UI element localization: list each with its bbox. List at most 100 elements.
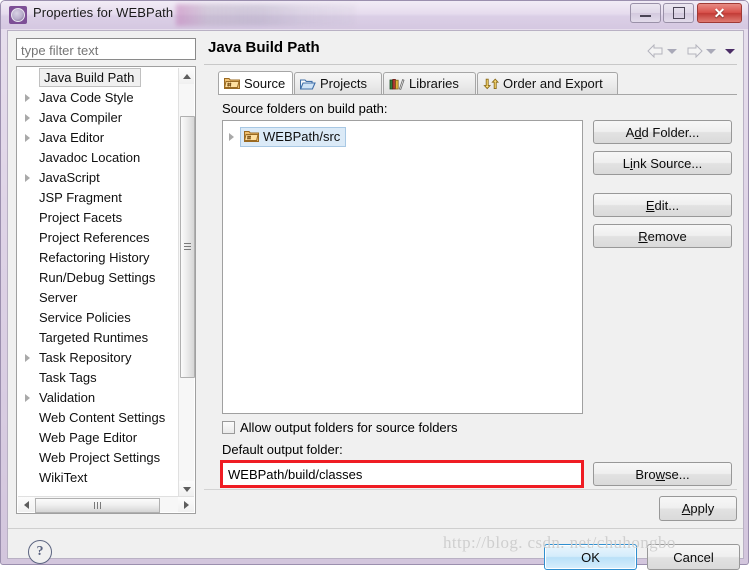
- sidebar-item-label: Java Build Path: [44, 70, 135, 85]
- title-bar[interactable]: Properties for WEBPath ✕: [1, 1, 748, 29]
- sidebar-item-label: Project Facets: [39, 210, 123, 225]
- sidebar-item-label: Service Policies: [39, 310, 131, 325]
- sidebar-item-service-policies[interactable]: Service Policies: [17, 308, 180, 328]
- back-history-chevron-down-icon[interactable]: [667, 48, 677, 54]
- tree-vertical-scrollbar[interactable]: [178, 68, 195, 497]
- sidebar-item-project-references[interactable]: Project References: [17, 228, 180, 248]
- sidebar-item-web-project-settings[interactable]: Web Project Settings: [17, 448, 180, 468]
- tab-bar: Source Projects Libraries Order and Export: [218, 71, 737, 94]
- sidebar-item-label: Javadoc Location: [39, 150, 141, 165]
- properties-dialog-window: Properties for WEBPath ✕ Java Build Path…: [0, 0, 749, 570]
- sidebar-item-label: Refactoring History: [39, 250, 150, 265]
- sidebar-item-javadoc-location[interactable]: Javadoc Location: [17, 148, 180, 168]
- tab-label: Libraries: [409, 76, 459, 91]
- tree-horizontal-scrollbar[interactable]: [18, 496, 194, 513]
- sidebar-item-label: Task Repository: [39, 350, 132, 365]
- sidebar-item-label: Project References: [39, 230, 150, 245]
- default-output-folder-highlight: [220, 460, 584, 488]
- sidebar-item-label: WikiText: [39, 470, 88, 483]
- page-menu-chevron-down-icon[interactable]: [725, 48, 735, 54]
- tab-label: Order and Export: [503, 76, 603, 91]
- maximize-icon: [672, 7, 685, 19]
- list-item[interactable]: WEBPath/src: [229, 126, 347, 147]
- source-folders-list[interactable]: WEBPath/src: [222, 120, 583, 414]
- sidebar-item-project-facets[interactable]: Project Facets: [17, 208, 180, 228]
- sidebar-item-java-code-style[interactable]: Java Code Style: [17, 88, 180, 108]
- sidebar-item-targeted-runtimes[interactable]: Targeted Runtimes: [17, 328, 180, 348]
- browse-button[interactable]: Browse...: [593, 462, 732, 486]
- sidebar-item-label: Web Project Settings: [39, 450, 161, 465]
- title-separator: [204, 64, 737, 65]
- sidebar-item-java-editor[interactable]: Java Editor: [17, 128, 180, 148]
- close-button[interactable]: ✕: [697, 3, 742, 23]
- expand-arrow-icon[interactable]: [25, 134, 30, 142]
- page-navigation-group: [647, 44, 735, 58]
- filter-input[interactable]: [16, 38, 196, 60]
- sidebar-item-label: Validation: [39, 390, 96, 405]
- allow-output-folders-row[interactable]: Allow output folders for source folders: [222, 420, 458, 435]
- tab-libraries[interactable]: Libraries: [383, 72, 476, 94]
- scroll-left-button[interactable]: [18, 497, 34, 512]
- cancel-button[interactable]: Cancel: [647, 544, 740, 570]
- scroll-up-button[interactable]: [179, 68, 194, 84]
- sidebar-item-label: Java Code Style: [39, 90, 134, 105]
- edit-button[interactable]: Edit...: [593, 193, 732, 217]
- page-content-pane: Java Build Path Source Projects Librarie…: [204, 38, 737, 518]
- forward-history-chevron-down-icon[interactable]: [706, 48, 716, 54]
- allow-output-folders-label: Allow output folders for source folders: [240, 420, 458, 435]
- expand-arrow-icon[interactable]: [25, 354, 30, 362]
- question-mark-icon[interactable]: ?: [28, 540, 52, 564]
- libraries-books-icon: [389, 77, 409, 91]
- sidebar-item-server[interactable]: Server: [17, 288, 180, 308]
- minimize-icon: [640, 15, 651, 17]
- settings-tree[interactable]: Java Build Path Java Code Style Java Compi…: [16, 66, 196, 514]
- apply-separator: [204, 489, 737, 490]
- expand-arrow-icon[interactable]: [25, 394, 30, 402]
- sidebar-item-label: Server: [39, 290, 78, 305]
- sidebar-item-label: Web Page Editor: [39, 430, 138, 445]
- sidebar-item-label: Java Editor: [39, 130, 105, 145]
- triangle-left-icon: [23, 500, 29, 509]
- sidebar-item-web-content-settings[interactable]: Web Content Settings: [17, 408, 180, 428]
- tab-source[interactable]: Source: [218, 71, 293, 94]
- scroll-right-button[interactable]: [178, 497, 194, 512]
- sidebar-item-task-repository[interactable]: Task Repository: [17, 348, 180, 368]
- horizontal-scroll-thumb[interactable]: [35, 498, 160, 513]
- sidebar-item-java-compiler[interactable]: Java Compiler: [17, 108, 180, 128]
- expand-arrow-icon[interactable]: [25, 174, 30, 182]
- add-folder-button[interactable]: Add Folder...: [593, 120, 732, 144]
- remove-button[interactable]: Remove: [593, 224, 732, 248]
- triangle-up-icon: [182, 73, 191, 79]
- sidebar-item-java-build-path[interactable]: Java Build Path: [39, 68, 142, 87]
- sidebar-item-wikitext[interactable]: WikiText: [17, 468, 180, 483]
- forward-arrow-icon[interactable]: [686, 44, 703, 58]
- expand-arrow-icon[interactable]: [25, 114, 30, 122]
- scroll-down-button[interactable]: [179, 481, 194, 497]
- minimize-button[interactable]: [630, 3, 661, 23]
- tab-underline: [218, 94, 737, 95]
- apply-button[interactable]: Apply: [659, 496, 737, 521]
- page-title: Java Build Path: [208, 39, 320, 56]
- source-folder-entry[interactable]: WEBPath/src: [240, 126, 347, 147]
- ok-button[interactable]: OK: [544, 544, 637, 570]
- sidebar-item-javascript[interactable]: JavaScript: [17, 168, 180, 188]
- footer-separator: [8, 528, 743, 529]
- expand-arrow-icon[interactable]: [229, 132, 234, 141]
- sidebar-item-jsp-fragment[interactable]: JSP Fragment: [17, 188, 180, 208]
- expand-arrow-icon[interactable]: [25, 94, 30, 102]
- sidebar-item-label: JavaScript: [39, 170, 100, 185]
- sidebar-item-task-tags[interactable]: Task Tags: [17, 368, 180, 388]
- order-export-icon: [483, 77, 503, 91]
- back-arrow-icon[interactable]: [647, 44, 664, 58]
- sidebar-item-web-page-editor[interactable]: Web Page Editor: [17, 428, 180, 448]
- default-output-folder-input[interactable]: [223, 463, 581, 485]
- maximize-button[interactable]: [663, 3, 694, 23]
- sidebar-item-run-debug-settings[interactable]: Run/Debug Settings: [17, 268, 180, 288]
- vertical-scroll-thumb[interactable]: [180, 116, 195, 378]
- allow-output-folders-checkbox[interactable]: [222, 421, 235, 434]
- tab-order-and-export[interactable]: Order and Export: [477, 72, 618, 94]
- tab-projects[interactable]: Projects: [294, 72, 382, 94]
- sidebar-item-validation[interactable]: Validation: [17, 388, 180, 408]
- link-source-button[interactable]: Link Source...: [593, 151, 732, 175]
- sidebar-item-refactoring-history[interactable]: Refactoring History: [17, 248, 180, 268]
